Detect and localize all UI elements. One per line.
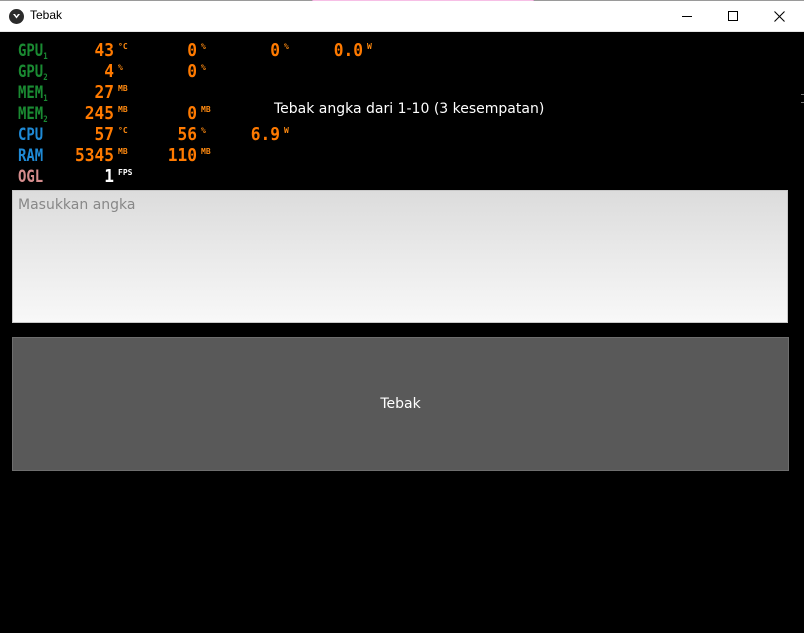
minimize-button[interactable] [664,1,710,31]
osd-label-ram: RAM [18,146,44,166]
osd-cpu-temp: 57 [94,124,114,145]
osd-cpu-load: 56 [177,124,197,145]
osd-unit: % [201,63,206,72]
guess-button[interactable]: Tebak [12,337,789,471]
osd-unit: % [284,42,289,51]
osd-fps-value: 1 [104,166,114,187]
close-icon [773,10,785,22]
osd-ram-used: 5345 [74,145,114,166]
osd-gpu1-power: 0.0 [333,40,363,61]
osd-unit: % [201,126,206,135]
osd-gpu1-extra: 0 [270,40,280,61]
window-title: Tebak [30,8,63,22]
title-bar[interactable]: Tebak [0,1,804,32]
osd-unit: % [201,42,206,51]
osd-unit: MB [118,84,128,93]
guess-button-label: Tebak [380,396,421,412]
osd-label-ogl: OGL [18,167,44,187]
osd-unit: MB [201,105,211,114]
number-input-field[interactable]: Masukkan angka [12,190,788,323]
input-placeholder: Masukkan angka [18,197,136,213]
osd-cpu-power: 6.9 [250,124,280,145]
osd-unit: °C [118,126,128,135]
maximize-button[interactable] [710,1,756,31]
osd-ram-extra: 110 [167,145,197,166]
osd-gpu2-extra: 0 [187,61,197,82]
osd-label-cpu: CPU [18,125,44,145]
minimize-icon [682,16,692,17]
kivy-app-icon [9,9,24,24]
osd-gpu2-load: 4 [104,61,114,82]
osd-unit: °C [118,42,128,51]
osd-unit: MB [118,147,128,156]
osd-unit: W [284,126,289,135]
game-prompt-label: Tebak angka dari 1-10 (3 kesempatan) [274,101,545,117]
osd-unit: MB [201,147,211,156]
osd-gpu1-temp: 43 [94,40,114,61]
osd-unit: FPS [118,168,133,177]
app-window: Tebak GPU1 43 °C 0 % 0 % 0.0 W GPU2 4 % … [0,0,804,633]
osd-label-mem2: MEM2 [18,104,48,125]
osd-mem1-used: 27 [94,82,114,103]
window-right-edge [800,32,804,633]
osd-gpu1-load: 0 [187,40,197,61]
osd-mem2-used: 245 [84,103,114,124]
osd-unit: MB [118,105,128,114]
osd-mem2-extra: 0 [187,103,197,124]
osd-label-mem1: MEM1 [18,83,48,104]
osd-unit: W [367,42,372,51]
osd-label-gpu1: GPU1 [18,41,48,62]
maximize-icon [728,11,738,21]
close-button[interactable] [756,1,802,31]
osd-label-gpu2: GPU2 [18,62,48,83]
osd-unit: % [118,63,123,72]
